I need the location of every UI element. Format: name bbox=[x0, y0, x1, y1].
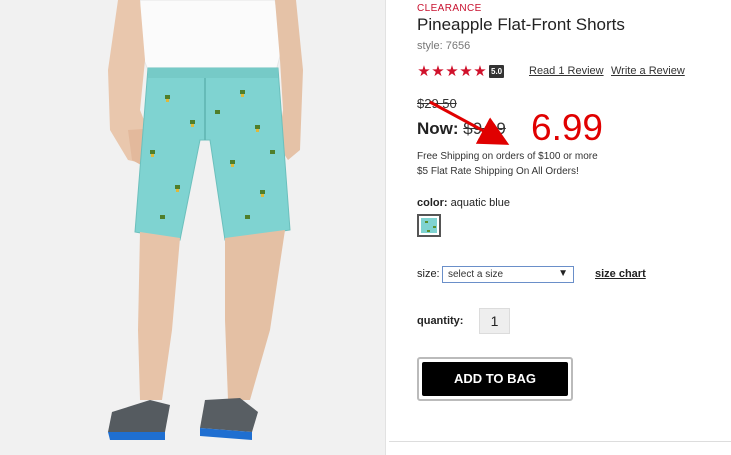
product-title: Pineapple Flat-Front Shorts bbox=[417, 15, 625, 34]
model-shorts-illustration bbox=[0, 0, 385, 455]
clearance-badge: CLEARANCE bbox=[417, 3, 482, 14]
color-label-text: color: bbox=[417, 197, 448, 209]
color-swatch-aquatic-blue[interactable] bbox=[417, 214, 441, 237]
sale-price-amount: $9.99 bbox=[463, 119, 506, 138]
product-details: CLEARANCE Pineapple Flat-Front Shorts st… bbox=[417, 0, 731, 455]
sale-price-label: Now: bbox=[417, 119, 459, 138]
read-reviews-link[interactable]: Read 1 Review bbox=[529, 65, 604, 77]
star-icon: ★ bbox=[459, 62, 473, 80]
star-icon: ★ bbox=[431, 62, 445, 80]
size-chart-link[interactable]: size chart bbox=[595, 268, 646, 280]
swatch-fill bbox=[421, 218, 437, 233]
shipping-line: $5 Flat Rate Shipping On All Orders! bbox=[417, 166, 579, 177]
style-number: style: 7656 bbox=[417, 40, 471, 52]
divider bbox=[389, 441, 731, 442]
rating-score-badge: 5.0 bbox=[489, 64, 505, 78]
star-icon: ★ bbox=[445, 62, 459, 80]
star-rating: ★ ★ ★ ★ ★ bbox=[417, 64, 487, 79]
star-icon: ★ bbox=[417, 62, 431, 80]
annotation-price: 6.99 bbox=[531, 107, 604, 148]
product-image bbox=[0, 0, 386, 455]
write-review-link[interactable]: Write a Review bbox=[611, 65, 685, 77]
add-to-bag-button[interactable]: ADD TO BAG bbox=[422, 362, 568, 396]
color-value: aquatic blue bbox=[450, 197, 510, 209]
star-icon: ★ bbox=[473, 62, 487, 80]
shipping-line: Free Shipping on orders of $100 or more bbox=[417, 151, 598, 162]
size-label: size: bbox=[417, 268, 440, 280]
rating: ★ ★ ★ ★ ★ 5.0 bbox=[417, 63, 505, 79]
size-select-value: select a size bbox=[448, 269, 504, 280]
original-price: $29.50 bbox=[417, 96, 457, 111]
sale-price: Now: $9.99 bbox=[417, 119, 506, 139]
quantity-input[interactable]: 1 bbox=[479, 308, 510, 334]
dropdown-arrow-icon: ▼ bbox=[558, 268, 568, 279]
add-to-bag-wrapper: ADD TO BAG bbox=[417, 357, 573, 401]
size-select[interactable]: select a size ▼ bbox=[442, 266, 574, 283]
quantity-label: quantity: bbox=[417, 315, 464, 327]
color-label: color: aquatic blue bbox=[417, 197, 510, 209]
